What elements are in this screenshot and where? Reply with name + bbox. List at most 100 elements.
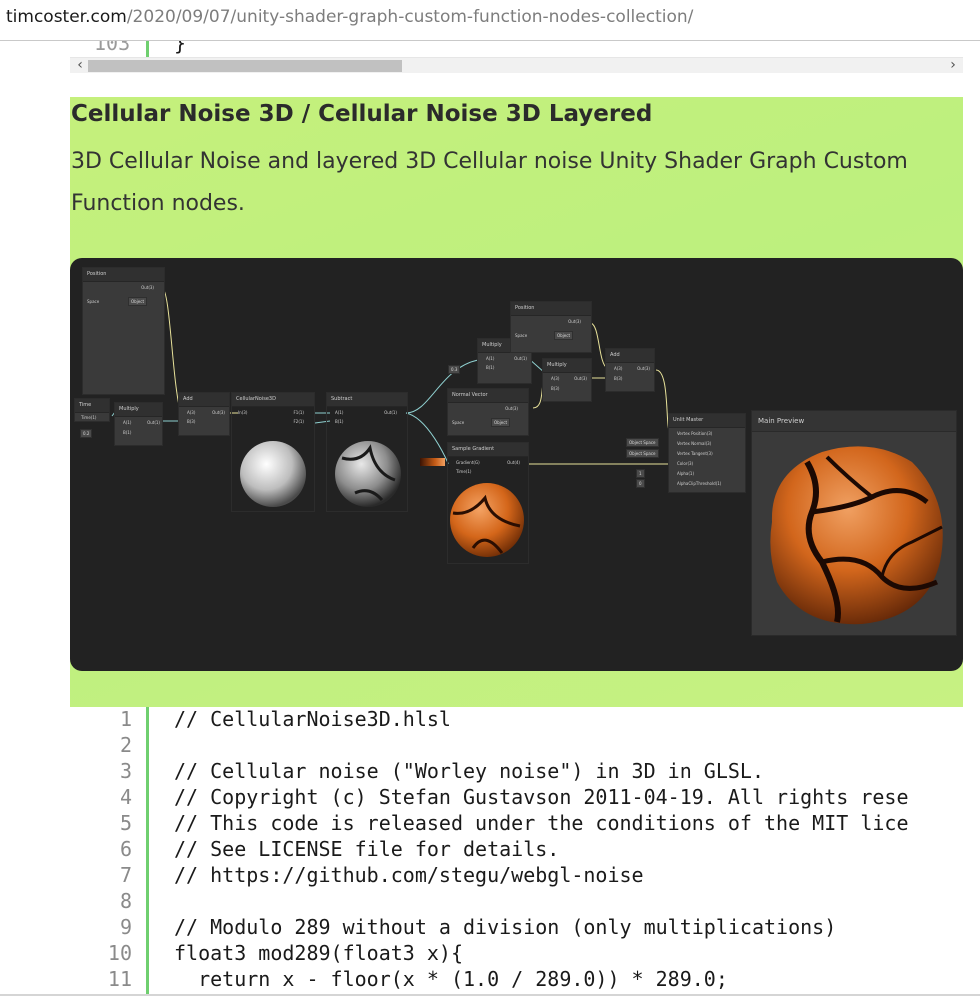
time-node[interactable]: Time Time(1) xyxy=(74,398,110,422)
port-label: B(1) xyxy=(486,365,495,370)
code-line: // Copyright (c) Stefan Gustavson 2011-0… xyxy=(174,785,909,809)
port-label: B(1) xyxy=(123,430,132,435)
multiply-node[interactable]: Multiply A(1) B(1) Out(1) xyxy=(114,402,163,446)
position-node-2[interactable]: Position Out(3) Space Object xyxy=(510,301,592,353)
port-label: F1(1) xyxy=(293,410,304,415)
line-number: 103 xyxy=(94,41,131,55)
line-number: 8 xyxy=(119,889,132,913)
code-row: 2 xyxy=(70,733,963,759)
code-row: 5 // This code is released under the cond… xyxy=(70,811,963,837)
unlit-master-node[interactable]: Unlit Master Vertex Position(3) Vertex N… xyxy=(668,413,746,493)
code-row: 3 // Cellular noise ("Worley noise") in 3… xyxy=(70,759,963,785)
port-label: In(3) xyxy=(238,410,248,415)
code-row: 8 xyxy=(70,889,963,915)
code-row: 7 // https://github.com/stegu/webgl-noise xyxy=(70,863,963,889)
value-input[interactable]: 0.2 xyxy=(80,429,93,438)
code-row: 11 return x - floor(x * (1.0 / 289.0)) *… xyxy=(70,967,963,993)
node-title: Subtract xyxy=(327,393,407,407)
code-line: return x - floor(x * (1.0 / 289.0)) * 28… xyxy=(174,967,728,991)
code-line: float3 mod289(float3 x){ xyxy=(174,941,463,965)
url-host: timcoster.com xyxy=(6,7,127,27)
line-number: 10 xyxy=(107,941,132,965)
sample-gradient-node[interactable]: Sample Gradient Gradient(G) Time(1) Out(… xyxy=(447,442,529,564)
code-row: 6 // See LICENSE file for details. xyxy=(70,837,963,863)
node-title: Position xyxy=(83,268,164,282)
scrollbar-thumb[interactable] xyxy=(88,60,402,72)
port-label: A(1) xyxy=(335,410,344,415)
value-input[interactable]: Object Space xyxy=(626,449,659,458)
port-label: B(3) xyxy=(614,376,623,381)
scroll-right-arrow[interactable]: › xyxy=(945,58,961,74)
code-block: 1 // CellularNoise3D.hlsl 2 3 // Cellular … xyxy=(70,707,963,996)
code-line: // CellularNoise3D.hlsl xyxy=(174,707,451,731)
space-dropdown[interactable]: Object xyxy=(491,418,511,427)
value-input[interactable]: 0 xyxy=(636,479,645,488)
add-node[interactable]: Add A(3) B(3) Out(3) xyxy=(178,392,230,436)
port-label: Out(3) xyxy=(637,366,650,371)
line-number: 3 xyxy=(119,759,132,783)
port-label: B(1) xyxy=(335,419,344,424)
port-label: Time(1) xyxy=(81,415,97,420)
node-title: Normal Vector xyxy=(448,389,528,403)
port-label: Time(1) xyxy=(456,469,472,474)
port-label: Out(1) xyxy=(147,420,160,425)
port-label: Vertex Tangent(3) xyxy=(677,451,713,456)
address-bar[interactable]: timcoster.com/2020/09/07/unity-shader-gr… xyxy=(0,0,980,41)
code-line: // This code is released under the condi… xyxy=(174,811,909,835)
code-line: // See LICENSE file for details. xyxy=(174,837,560,861)
port-label: A(1) xyxy=(123,420,132,425)
code-row: 10 float3 mod289(float3 x){ xyxy=(70,941,963,967)
section-description: 3D Cellular Noise and layered 3D Cellula… xyxy=(71,149,908,216)
code-horizontal-scrollbar[interactable]: ‹ › xyxy=(70,57,963,73)
port-label: Vertex Position(3) xyxy=(677,431,713,436)
url-text[interactable]: timcoster.com/2020/09/07/unity-shader-gr… xyxy=(6,7,693,27)
code-gutter xyxy=(146,41,149,57)
main-preview-panel[interactable]: Main Preview xyxy=(751,410,957,636)
code-row: 4 // Copyright (c) Stefan Gustavson 2011-… xyxy=(70,785,963,811)
node-title: Position xyxy=(511,302,591,316)
value-input[interactable]: Object Space xyxy=(626,438,659,447)
add-node-2[interactable]: Add A(3) B(3) Out(3) xyxy=(605,348,655,392)
port-label: A(3) xyxy=(614,366,623,371)
node-title: Add xyxy=(179,393,229,407)
code-line: // https://github.com/stegu/webgl-noise xyxy=(174,863,644,887)
port-label: Out(3) xyxy=(505,406,518,411)
port-label: F2(1) xyxy=(293,419,304,424)
line-number: 2 xyxy=(119,733,132,757)
cellular-noise-node[interactable]: CellularNoise3D In(3) F1(1) F2(1) xyxy=(231,392,315,512)
url-path: /2020/09/07/unity-shader-graph-custom-fu… xyxy=(126,7,694,27)
node-title: Unlit Master xyxy=(669,414,745,428)
port-label: A(3) xyxy=(187,410,196,415)
node-title: Time xyxy=(75,399,109,413)
port-label: B(3) xyxy=(551,386,560,391)
port-label: B(3) xyxy=(187,419,196,424)
code-row: 1 // CellularNoise3D.hlsl xyxy=(70,707,963,733)
main-preview-sphere xyxy=(770,446,943,625)
port-label: Out(3) xyxy=(141,285,154,290)
line-number: 4 xyxy=(119,785,132,809)
port-label: Space xyxy=(87,299,100,304)
port-label: A(1) xyxy=(486,356,495,361)
space-dropdown[interactable]: Object xyxy=(128,297,148,306)
port-label: A(3) xyxy=(551,376,560,381)
port-label: Vertex Normal(3) xyxy=(677,441,712,446)
line-number: 9 xyxy=(119,915,132,939)
main-preview-title: Main Preview xyxy=(752,411,956,432)
value-input[interactable]: 1 xyxy=(636,469,645,478)
scroll-left-arrow[interactable]: ‹ xyxy=(72,58,88,74)
previous-code-block: 103 } xyxy=(70,41,963,57)
space-dropdown[interactable]: Object xyxy=(554,331,574,340)
code-line: // Cellular noise ("Worley noise") in 3D… xyxy=(174,759,765,783)
node-title: Add xyxy=(606,349,654,363)
value-input[interactable]: 0.3 xyxy=(448,365,461,374)
line-number: 5 xyxy=(119,811,132,835)
subtract-node[interactable]: Subtract A(1) B(1) Out(1) xyxy=(326,392,408,512)
port-label: Out(3) xyxy=(212,410,225,415)
normal-vector-node[interactable]: Normal Vector Out(3) Space Object xyxy=(447,388,529,436)
multiply-node-3[interactable]: Multiply A(3) B(3) Out(3) xyxy=(542,358,592,402)
position-node[interactable]: Position Out(3) Space Object xyxy=(82,267,165,395)
shader-graph-screenshot: Position Out(3) Space Object Time Time(1… xyxy=(70,258,963,671)
port-label: Out(1) xyxy=(384,410,397,415)
port-label: Color(3) xyxy=(677,461,694,466)
port-label: Space xyxy=(452,420,465,425)
